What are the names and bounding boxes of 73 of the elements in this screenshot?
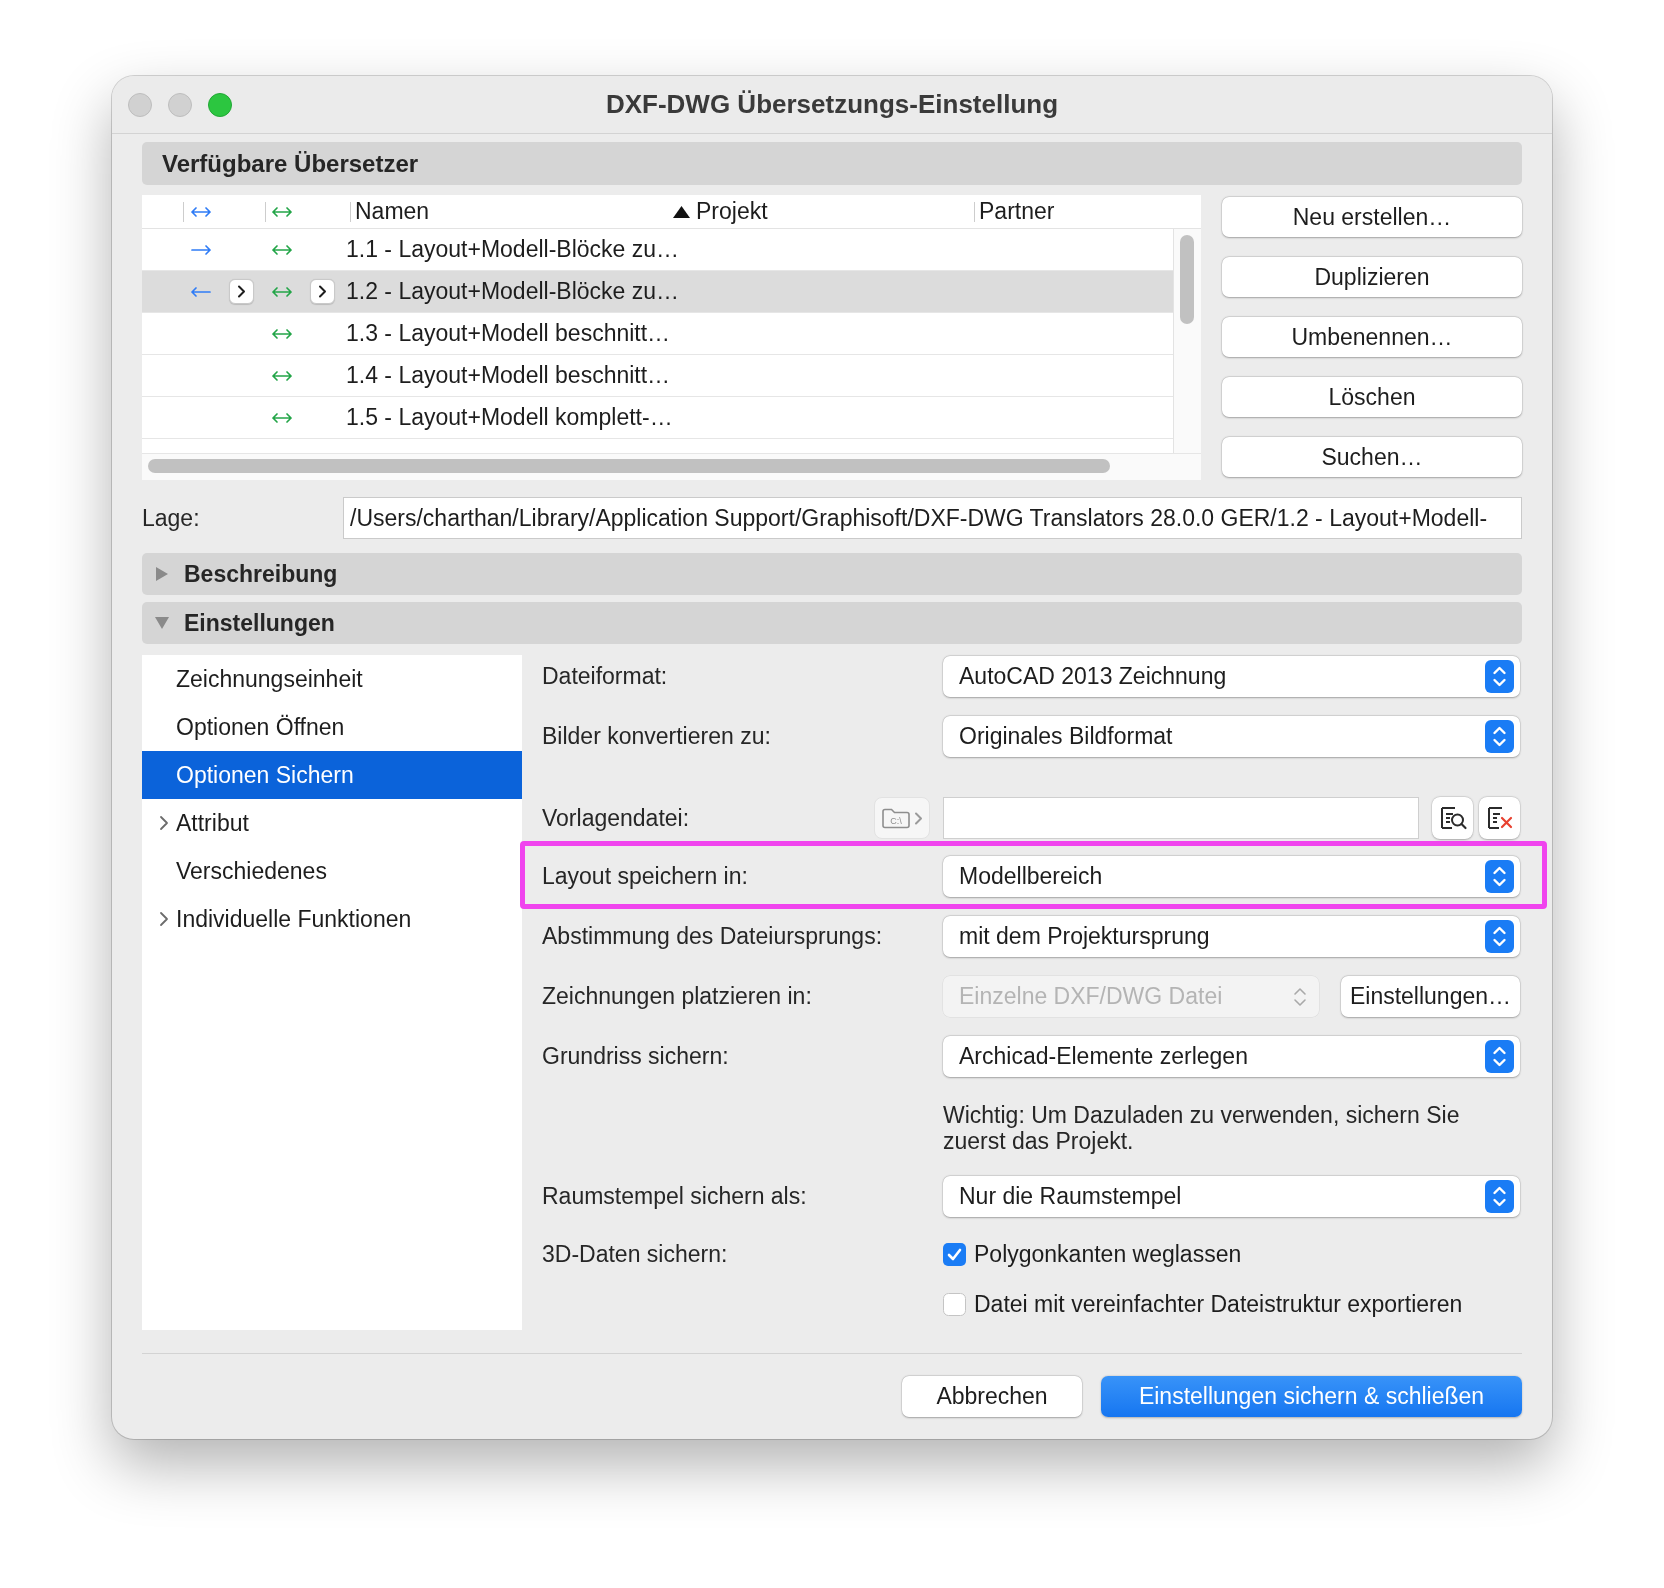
cancel-button[interactable]: Abbrechen: [902, 1376, 1082, 1417]
up-down-chevron-icon: [1485, 660, 1514, 693]
field-label: Abstimmung des Dateiursprungs:: [542, 923, 884, 950]
category-item[interactable]: Optionen Sichern: [142, 751, 522, 799]
path-field[interactable]: /Users/charthan/Library/Application Support/Graphisoft/DXF-DWG Translators 28.0.0 GER/1.2 - Layout+Modell-: [343, 497, 1522, 539]
category-item[interactable]: Individuelle Funktionen: [142, 895, 522, 943]
save-button[interactable]: Einstellungen sichern & schließen: [1101, 1376, 1522, 1417]
popup-menu[interactable]: Archicad-Elemente zerlegen: [943, 1036, 1520, 1077]
chevron-right-icon: [914, 811, 923, 825]
chevron-right-icon: [237, 285, 246, 298]
column-header[interactable]: Namen: [351, 195, 692, 228]
translator-name: 1.3 - Layout+Modell beschnitt…: [345, 320, 671, 347]
field-label: Zeichnungen platzieren in:: [542, 983, 813, 1010]
up-down-chevron-icon: [1293, 985, 1307, 1008]
translator-name: 1.5 - Layout+Modell komplett-…: [345, 404, 673, 431]
category-item[interactable]: Optionen Öffnen: [142, 703, 522, 751]
action-button[interactable]: Duplizieren: [1222, 257, 1522, 297]
up-down-chevron-icon: [1485, 860, 1514, 893]
clear-button[interactable]: [1479, 797, 1520, 839]
field-label: Layout speichern in:: [542, 863, 749, 890]
checkbox-option[interactable]: Polygonkanten weglassen: [943, 1239, 1520, 1269]
category-item[interactable]: Attribut: [142, 799, 522, 847]
chevron-button[interactable]: [310, 279, 335, 304]
action-button[interactable]: Neu erstellen…: [1222, 197, 1522, 237]
popup-menu[interactable]: AutoCAD 2013 Zeichnung: [943, 656, 1520, 697]
scrollbar-thumb[interactable]: [1180, 235, 1194, 324]
disclosure-header[interactable]: Beschreibung: [142, 553, 1522, 595]
chevron-right-icon: [318, 285, 327, 298]
window-title: DXF-DWG Übersetzungs-Einstellung: [605, 89, 1059, 120]
field-label: Raumstempel sichern als:: [542, 1183, 808, 1210]
up-down-chevron-icon: [1485, 1040, 1514, 1073]
field-label: 3D-Daten sichern:: [542, 1240, 729, 1269]
zoom-button[interactable]: [208, 92, 232, 117]
disclosure-header[interactable]: Einstellungen: [142, 602, 1522, 644]
column-header[interactable]: Partner: [975, 195, 1201, 228]
chevron-right-icon: [159, 815, 169, 831]
chevron-button[interactable]: [229, 279, 254, 304]
translator-name: 1.1 - Layout+Modell-Blöcke zu…: [345, 236, 680, 263]
popup-menu[interactable]: mit dem Projektursprung: [943, 916, 1520, 957]
field-label: Grundriss sichern:: [542, 1043, 730, 1070]
column-header[interactable]: Projekt: [692, 195, 974, 228]
section-header: Verfügbare Übersetzer: [142, 142, 1522, 185]
category-item[interactable]: Zeichnungseinheit: [142, 655, 522, 703]
field-label: Vorlagendatei:: [542, 804, 690, 832]
translator-name: 1.2 - Layout+Modell-Blöcke zu…: [345, 278, 680, 305]
minimize-button[interactable]: [168, 92, 192, 117]
double-arrow-icon: [189, 204, 213, 219]
chevron-right-icon: [159, 911, 169, 927]
up-down-chevron-icon: [1485, 1180, 1514, 1213]
field-label: Lage:: [142, 504, 201, 532]
category-item[interactable]: Verschiedenes: [142, 847, 522, 895]
checkbox[interactable]: [943, 1292, 966, 1316]
translator-name: 1.4 - Layout+Modell beschnitt…: [345, 362, 671, 389]
note-text: Wichtig: Um Dazuladen zu verwenden, sichern Sie zuerst das Projekt.: [943, 1102, 1461, 1154]
up-down-chevron-icon: [1485, 720, 1514, 753]
scrollbar-thumb[interactable]: [148, 459, 1110, 473]
action-button[interactable]: Suchen…: [1222, 437, 1522, 477]
browse-button[interactable]: [1432, 797, 1474, 839]
input-field[interactable]: [943, 797, 1420, 839]
close-button[interactable]: [128, 92, 152, 117]
action-button[interactable]: Umbenennen…: [1222, 317, 1522, 357]
list-row[interactable]: 1.2 - Layout+Modell-Blöcke zu…: [142, 271, 1173, 313]
field-label: Bilder konvertieren zu:: [542, 723, 772, 750]
action-button[interactable]: Löschen: [1222, 377, 1522, 417]
popup-menu[interactable]: Originales Bildformat: [943, 716, 1520, 757]
field-label: Dateiformat:: [542, 663, 669, 690]
popup-menu[interactable]: Modellbereich: [943, 856, 1520, 897]
popup-menu[interactable]: Nur die Raumstempel: [943, 1176, 1520, 1217]
checkbox-option[interactable]: Datei mit vereinfachter Dateistruktur exportieren: [943, 1289, 1520, 1319]
checkbox[interactable]: [943, 1242, 966, 1266]
up-down-chevron-icon: [1485, 920, 1514, 953]
double-arrow-icon: [270, 204, 294, 219]
folder-icon: C:\: [881, 806, 911, 830]
